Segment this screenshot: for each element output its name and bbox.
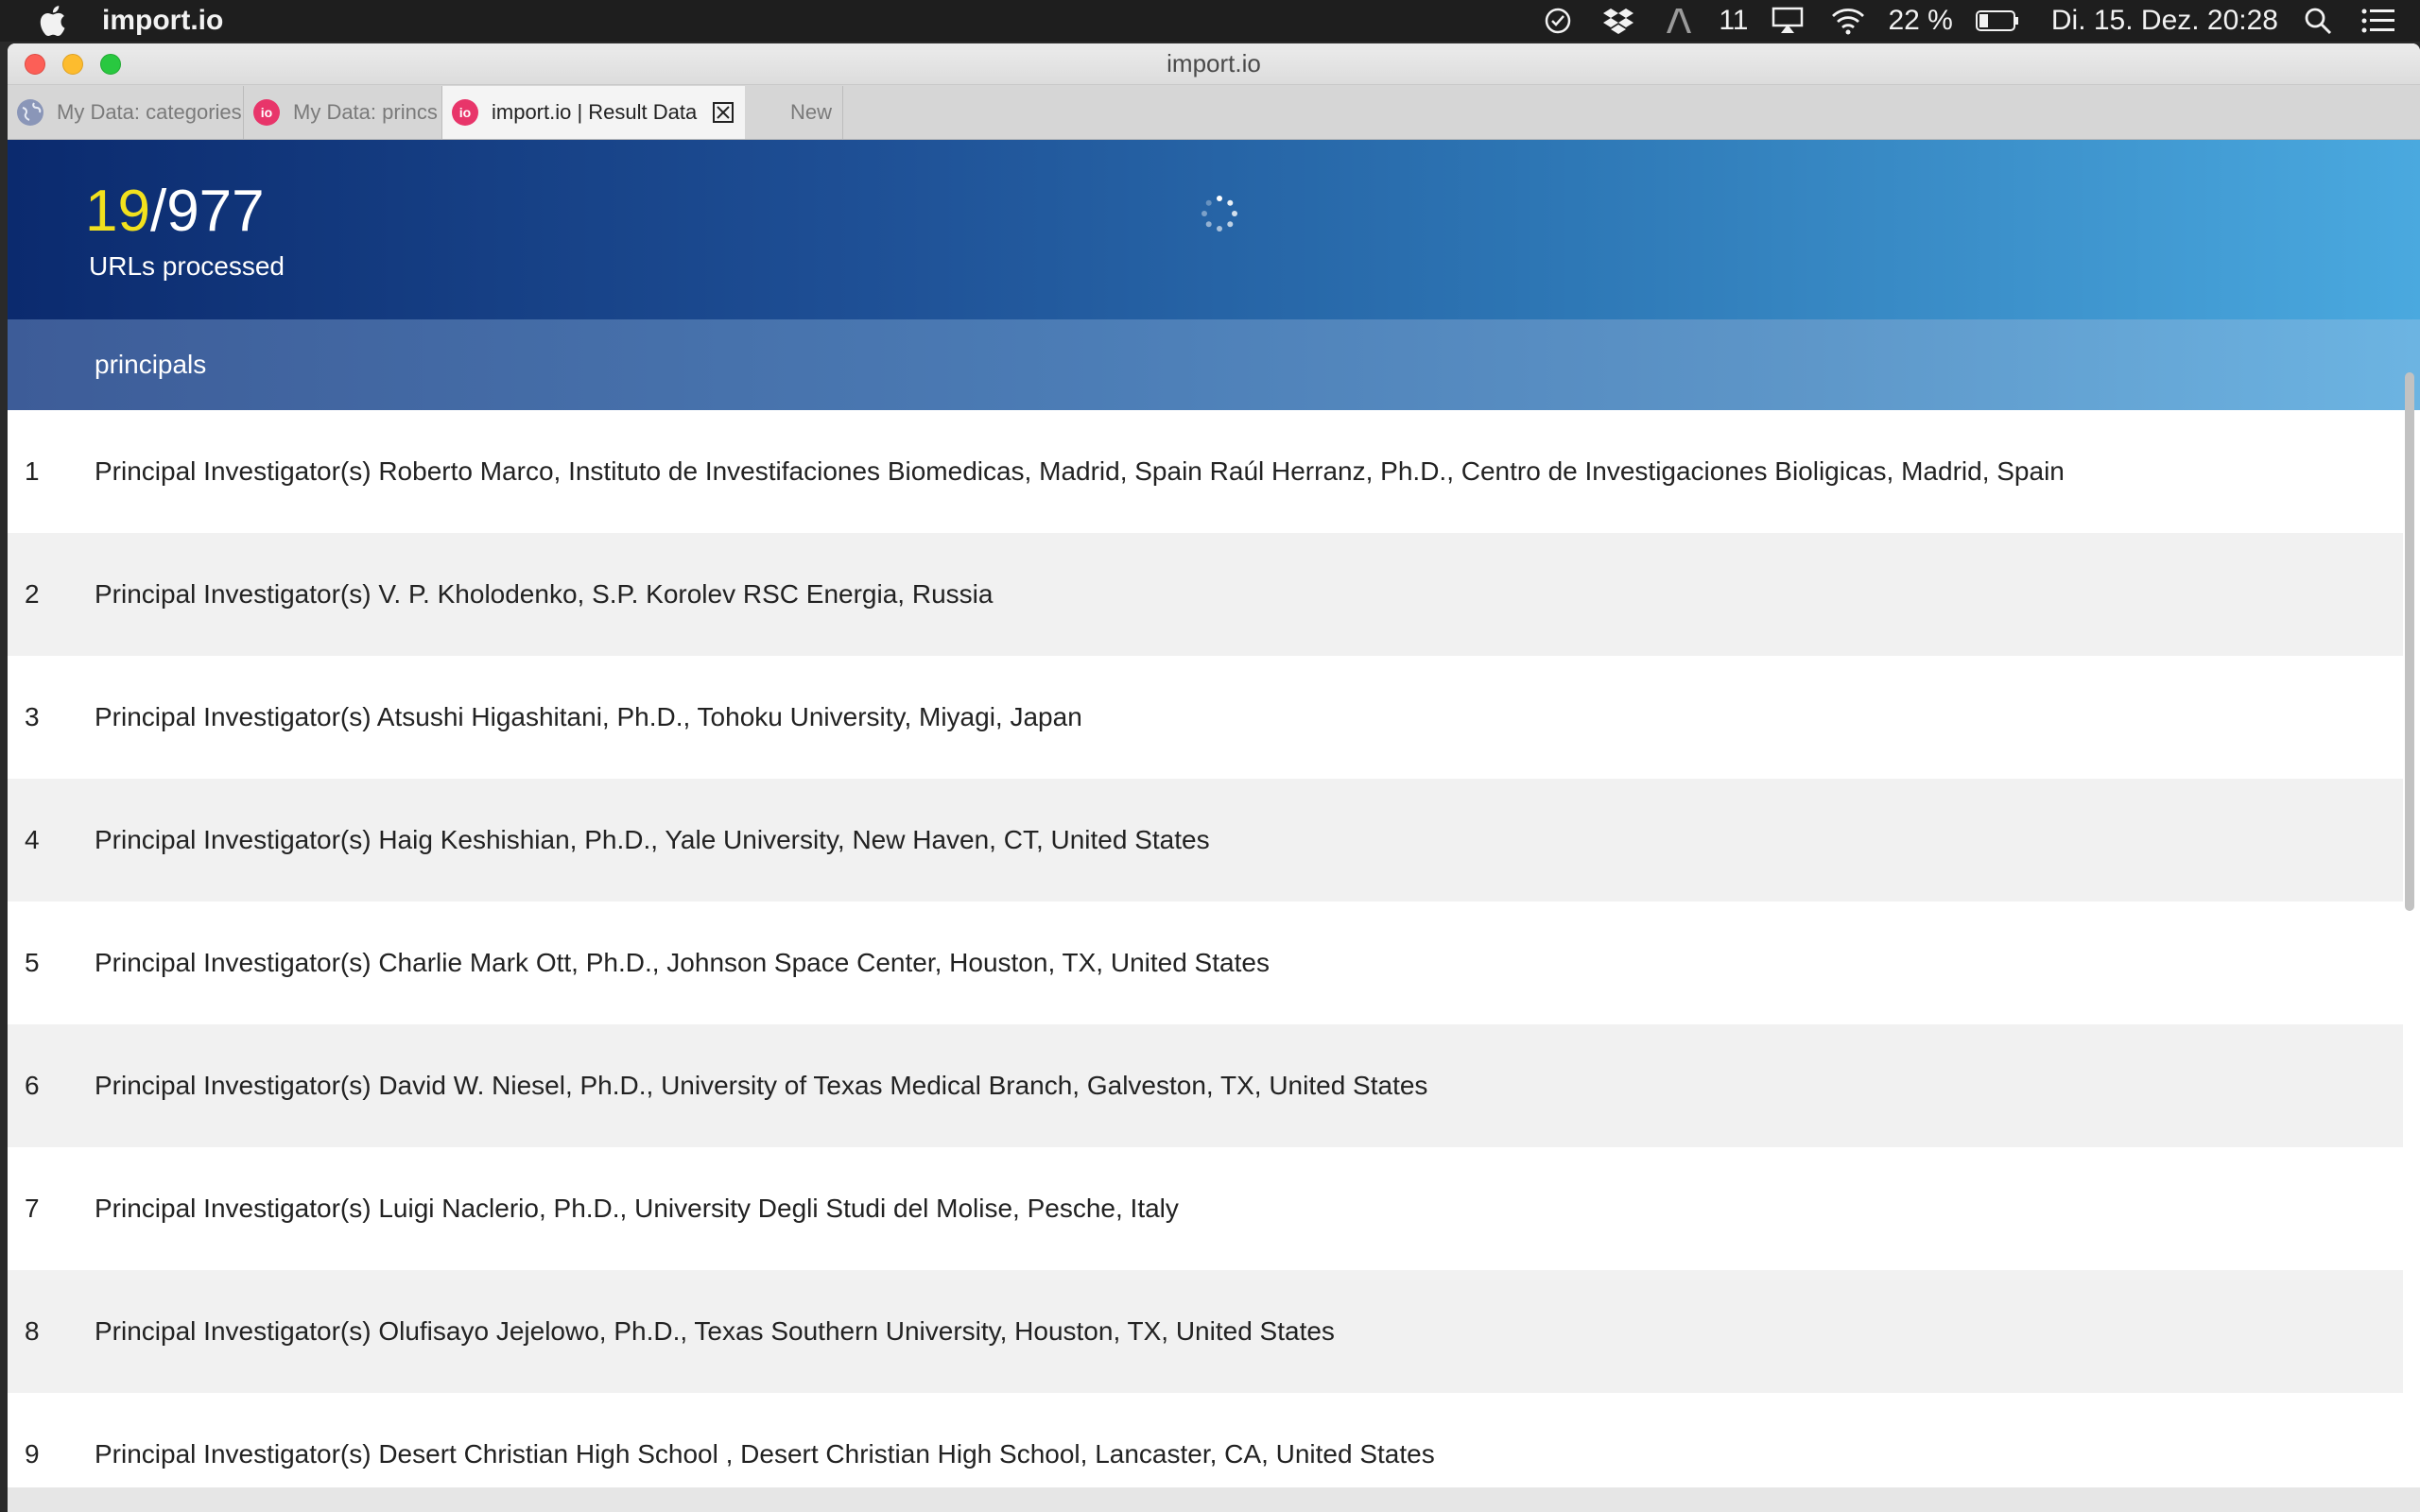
- globe-icon: [17, 99, 43, 126]
- app-window: import.io My Data: categories io My Data…: [8, 43, 2420, 1512]
- menu-app-name[interactable]: import.io: [102, 5, 223, 37]
- io-icon: io: [452, 99, 478, 126]
- row-index: 1: [25, 456, 40, 486]
- tab-label: import.io | Result Data: [492, 100, 698, 124]
- row-value: Principal Investigator(s) Desert Christi…: [95, 1439, 1435, 1469]
- table-row[interactable]: 1 Principal Investigator(s) Roberto Marco…: [8, 410, 2403, 533]
- loading-spinner-icon: [1201, 196, 1237, 232]
- horizontal-scroll-track[interactable]: [8, 1487, 2420, 1512]
- table-row[interactable]: 2 Principal Investigator(s) V. P. Kholode…: [8, 533, 2403, 656]
- row-index: 6: [25, 1071, 40, 1100]
- io-icon: io: [253, 99, 280, 126]
- urls-counter: 19/977: [85, 178, 265, 245]
- row-value: Principal Investigator(s) David W. Niese…: [95, 1071, 1428, 1100]
- row-index: 3: [25, 702, 40, 731]
- window-title: import.io: [1167, 49, 1261, 77]
- table-row[interactable]: 4 Principal Investigator(s) Haig Keshishi…: [8, 779, 2403, 902]
- menu-clock[interactable]: Di. 15. Dez. 20:28: [2051, 5, 2278, 37]
- tab-my-data-categories[interactable]: My Data: categories: [8, 86, 244, 139]
- row-value: Principal Investigator(s) Haig Keshishia…: [95, 825, 1210, 854]
- dropbox-icon[interactable]: [1601, 7, 1635, 35]
- row-value: Principal Investigator(s) Charlie Mark O…: [95, 948, 1270, 977]
- table-row[interactable]: 7 Principal Investigator(s) Luigi Nacleri…: [8, 1147, 2403, 1270]
- table-row[interactable]: 6 Principal Investigator(s) David W. Nies…: [8, 1024, 2403, 1147]
- row-value: Principal Investigator(s) Roberto Marco,…: [95, 456, 2065, 486]
- row-index: 9: [25, 1439, 40, 1469]
- row-value: Principal Investigator(s) Atsushi Higash…: [95, 702, 1082, 731]
- tab-label: My Data: princs: [293, 100, 438, 124]
- table-row[interactable]: 5 Principal Investigator(s) Charlie Mark …: [8, 902, 2403, 1024]
- table-row[interactable]: 8 Principal Investigator(s) Olufisayo Jej…: [8, 1270, 2403, 1393]
- new-tab-button[interactable]: New: [783, 86, 843, 139]
- task-check-icon[interactable]: [1541, 7, 1575, 35]
- results-table: 1 Principal Investigator(s) Roberto Marco…: [8, 410, 2420, 1512]
- processed-count: 19: [85, 179, 150, 244]
- notification-center-icon[interactable]: [2361, 7, 2395, 35]
- apple-icon[interactable]: [38, 5, 66, 37]
- title-bar[interactable]: import.io: [8, 43, 2420, 85]
- tab-close-icon[interactable]: [712, 101, 735, 124]
- row-value: Principal Investigator(s) Olufisayo Jeje…: [95, 1316, 1335, 1346]
- battery-percent: 22 %: [1888, 5, 1953, 36]
- wifi-icon[interactable]: [1831, 7, 1865, 35]
- notification-count: 11: [1719, 5, 1749, 36]
- row-value: Principal Investigator(s) V. P. Kholoden…: [95, 579, 994, 609]
- column-header-principals[interactable]: principals: [8, 319, 2420, 410]
- tab-bar: My Data: categories io My Data: princs i…: [8, 85, 2420, 140]
- urls-processed-label: URLs processed: [89, 251, 285, 281]
- tab-result-data[interactable]: io import.io | Result Data: [442, 86, 745, 139]
- spotlight-search-icon[interactable]: [2301, 7, 2335, 35]
- row-index: 4: [25, 825, 40, 854]
- menu-bar: import.io 11 22 % Di. 15. Dez. 20:28: [0, 0, 2420, 42]
- row-index: 7: [25, 1194, 40, 1223]
- tab-label: My Data: categories: [57, 100, 242, 124]
- total-count: /977: [149, 179, 265, 244]
- tab-my-data-princs[interactable]: io My Data: princs: [244, 86, 442, 139]
- adobe-icon[interactable]: [1662, 7, 1696, 35]
- row-value: Principal Investigator(s) Luigi Naclerio…: [95, 1194, 1179, 1223]
- airplay-icon[interactable]: [1771, 7, 1805, 35]
- tab-label: New: [790, 100, 833, 124]
- row-index: 5: [25, 948, 40, 977]
- table-row[interactable]: 3 Principal Investigator(s) Atsushi Higas…: [8, 656, 2403, 779]
- progress-header: 19/977 URLs processed: [8, 140, 2420, 319]
- row-index: 2: [25, 579, 40, 609]
- vertical-scrollbar[interactable]: [2405, 372, 2414, 911]
- battery-icon[interactable]: [1975, 7, 2019, 35]
- row-index: 8: [25, 1316, 40, 1346]
